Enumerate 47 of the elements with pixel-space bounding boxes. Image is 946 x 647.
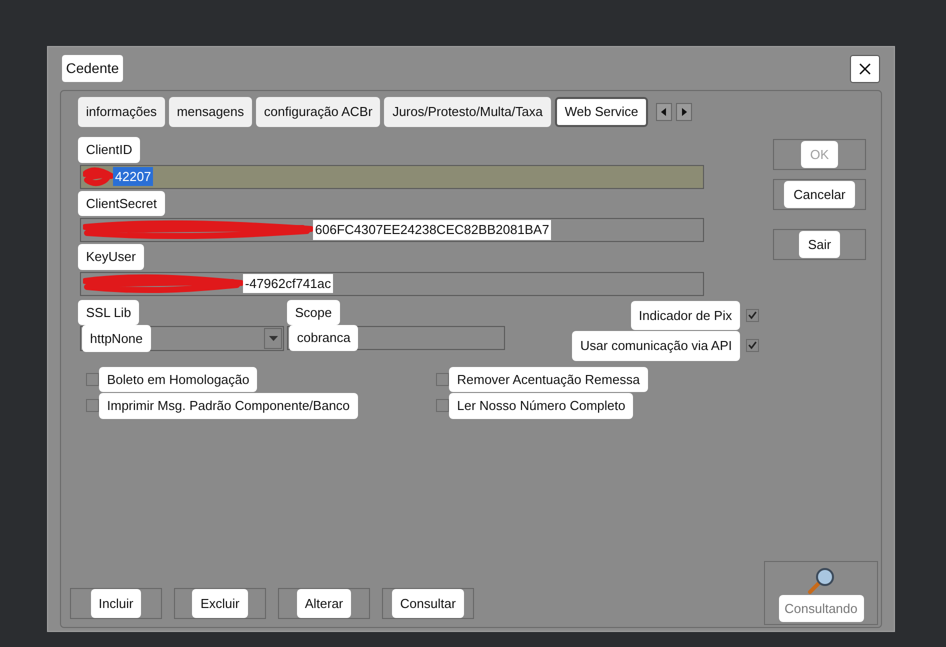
field-label: KeyUser <box>78 244 144 270</box>
dialog-button[interactable]: Sair <box>773 229 866 260</box>
checkbox[interactable] <box>746 308 759 322</box>
field-value: -47962cf741ac <box>243 274 334 294</box>
left-arrow-icon <box>661 108 668 116</box>
right-arrow-icon <box>681 108 688 116</box>
checkbox-label: Usar comunicação via API <box>572 331 740 360</box>
field-value: cobranca <box>289 325 358 351</box>
text-field[interactable]: 42207 <box>80 164 704 188</box>
checkbox[interactable] <box>86 399 99 412</box>
action-button[interactable]: Alterar <box>278 588 370 619</box>
checkbox-label: Boleto em Homologação <box>99 366 258 392</box>
checkbox-label: Ler Nosso Número Completo <box>449 393 634 418</box>
field-label: SSL Lib <box>78 300 140 325</box>
dialog-button[interactable]: Cancelar <box>773 179 866 210</box>
action-button[interactable]: Excluir <box>174 588 266 619</box>
checkbox[interactable] <box>436 399 449 412</box>
close-icon <box>859 62 871 74</box>
checkbox-label: Indicador de Pix <box>630 300 740 330</box>
magnifier-icon <box>807 566 835 594</box>
tab[interactable]: Web Service <box>554 97 648 127</box>
scope-field[interactable]: cobranca <box>287 326 505 350</box>
ssl-lib-dropdown[interactable]: httpNone <box>80 326 284 351</box>
checkbox[interactable] <box>746 339 759 352</box>
checkbox[interactable] <box>86 372 99 386</box>
field-label: ClientID <box>78 137 140 162</box>
tab[interactable]: mensagens <box>168 97 252 127</box>
checkbox-label: Imprimir Msg. Padrão Componente/Banco <box>99 393 358 418</box>
tab[interactable]: informações <box>78 97 165 127</box>
field-label: ClientSecret <box>78 190 165 216</box>
tab[interactable]: configuração ACBr <box>256 97 380 127</box>
tab[interactable]: Juros/Protesto/Multa/Taxa <box>384 97 551 127</box>
action-button[interactable]: Incluir <box>70 588 162 619</box>
close-button[interactable] <box>850 54 880 82</box>
field-value: 606FC4307EE24238CEC82BB2081BA7 <box>313 220 552 240</box>
action-button[interactable]: Consultar <box>382 588 474 619</box>
dropdown-value: httpNone <box>82 324 151 352</box>
text-field[interactable]: -47962cf741ac <box>80 272 704 296</box>
checkbox[interactable] <box>436 372 449 386</box>
field-value: 42207 <box>113 166 154 186</box>
window-title: Cedente <box>62 55 123 82</box>
field-label: Scope <box>287 300 340 325</box>
checkbox-label: Remover Acentuação Remessa <box>449 366 648 392</box>
text-field[interactable]: 606FC4307EE24238CEC82BB2081BA7 <box>80 218 704 242</box>
tab-scroll-left-button[interactable] <box>656 103 672 121</box>
status-label: Consultando <box>778 594 864 622</box>
tab-scroll-right-button[interactable] <box>676 103 692 121</box>
